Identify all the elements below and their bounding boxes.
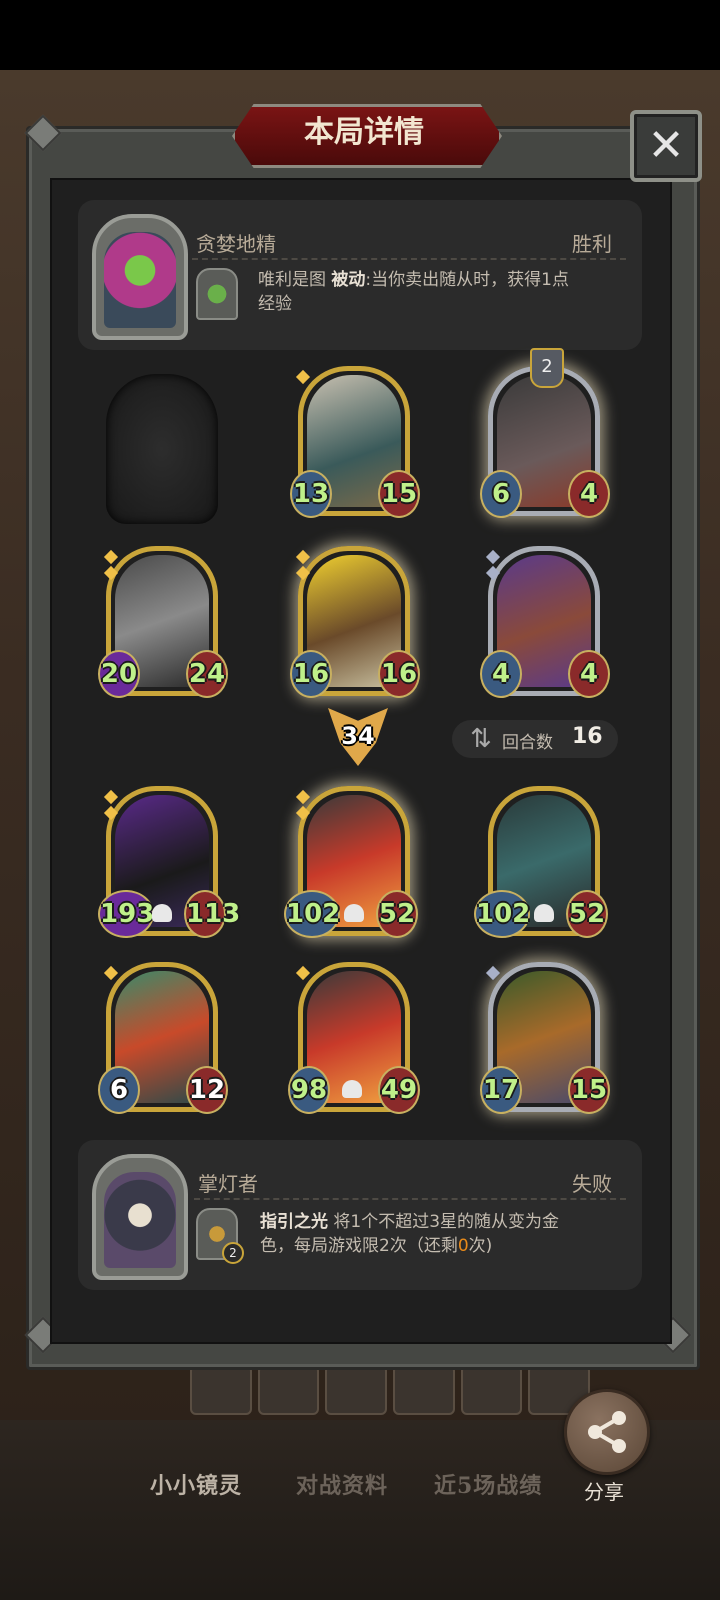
minion-health: 113: [184, 890, 240, 938]
minion-attack: 20: [98, 650, 140, 698]
minion-attack: 102: [284, 890, 340, 938]
minion-attack: 193: [98, 890, 154, 938]
loser-skill-text: 指引之光 将1个不超过3星的随从变为金 色，每局游戏限2次（还剩0次): [260, 1212, 560, 1256]
close-icon: ✕: [647, 120, 685, 171]
loser-result: 失败: [572, 1172, 612, 1196]
winner-skill-icon[interactable]: [196, 268, 238, 320]
damage-value: 34: [341, 722, 375, 750]
level-badge: 2: [530, 348, 564, 388]
skull-icon: [152, 904, 172, 922]
minion-health: 12: [186, 1066, 228, 1114]
skull-icon: [344, 904, 364, 922]
skill-charges-badge: 2: [222, 1242, 244, 1264]
minion-attack: 17: [480, 1066, 522, 1114]
winner-portrait[interactable]: [92, 214, 188, 340]
divider: [194, 1198, 626, 1200]
minion-health: 49: [378, 1066, 420, 1114]
minion-attack: 16: [290, 650, 332, 698]
minion-health: 24: [186, 650, 228, 698]
status-bar: [0, 0, 720, 70]
divider: [192, 258, 626, 260]
share-button[interactable]: [564, 1389, 650, 1475]
minion-attack: 6: [98, 1066, 140, 1114]
minion-health: 15: [378, 470, 420, 518]
minion-health: 52: [376, 890, 418, 938]
skull-icon: [534, 904, 554, 922]
tab-battle-data[interactable]: 对战资料: [296, 1468, 388, 1500]
minion-health: 52: [566, 890, 608, 938]
minion-attack: 4: [480, 650, 522, 698]
tab-recent-5[interactable]: 近5场战绩: [434, 1468, 542, 1500]
minion-health: 16: [378, 650, 420, 698]
turns-value: 16: [572, 724, 603, 749]
share-icon: [588, 1411, 626, 1453]
minion-attack: 6: [480, 470, 522, 518]
minion-health: 4: [568, 650, 610, 698]
swap-icon: ⇅: [470, 724, 492, 754]
empty-minion-slot: [106, 374, 218, 524]
winner-result: 胜利: [572, 232, 612, 256]
loser-portrait[interactable]: [92, 1154, 188, 1280]
close-button[interactable]: ✕: [630, 110, 702, 182]
dialog-title: 本局详情: [304, 115, 424, 150]
winner-name: 贪婪地精: [196, 232, 276, 256]
winner-skill-text: 唯利是图 被动:当你卖出随从时，获得1点 经验: [258, 270, 569, 314]
share-label: 分享: [584, 1480, 624, 1504]
minion-health: 15: [568, 1066, 610, 1114]
skull-icon: [342, 1080, 362, 1098]
loser-name: 掌灯者: [198, 1172, 258, 1196]
background-card-strip: [190, 1365, 591, 1415]
tab-mirror[interactable]: 小小镜灵: [150, 1468, 242, 1500]
minion-attack: 13: [290, 470, 332, 518]
minion-attack: 98: [288, 1066, 330, 1114]
minion-health: 4: [568, 470, 610, 518]
turns-label: 回合数: [502, 733, 553, 753]
minion-attack: 102: [474, 890, 530, 938]
